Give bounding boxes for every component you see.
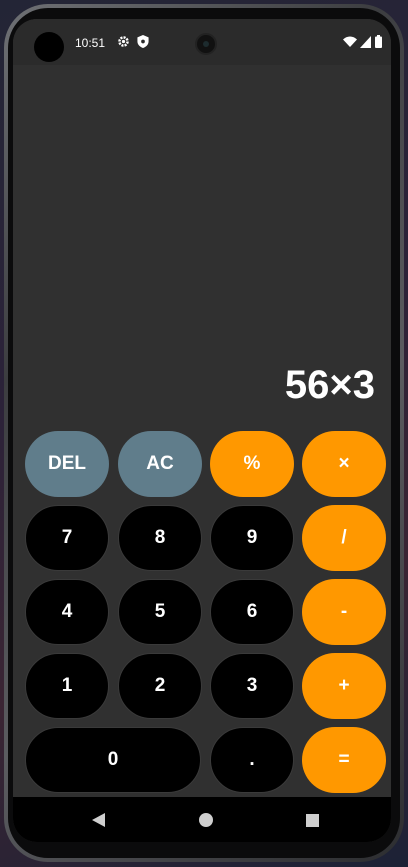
ac-button[interactable]: AC bbox=[118, 431, 202, 497]
gear-icon bbox=[117, 35, 130, 48]
wifi-icon bbox=[343, 35, 357, 48]
shield-icon bbox=[137, 35, 150, 48]
seven-button[interactable]: 7 bbox=[25, 505, 109, 571]
expression-text: 56×3 bbox=[284, 363, 375, 407]
screen: 10:51 56×3 DEL AC % × 7 8 9 / 4 5 6 - 1 … bbox=[13, 19, 391, 842]
minus-button[interactable]: - bbox=[302, 579, 386, 645]
front-camera bbox=[195, 33, 217, 55]
calculator-display: 56×3 bbox=[13, 65, 391, 425]
status-time: 10:51 bbox=[75, 36, 106, 50]
eight-button[interactable]: 8 bbox=[118, 505, 202, 571]
home-icon[interactable] bbox=[196, 810, 216, 830]
status-avatar bbox=[34, 32, 64, 62]
six-button[interactable]: 6 bbox=[210, 579, 294, 645]
multiply-button[interactable]: × bbox=[302, 431, 386, 497]
zero-button[interactable]: 0 bbox=[25, 727, 201, 793]
nine-button[interactable]: 9 bbox=[210, 505, 294, 571]
status-bar: 10:51 bbox=[13, 19, 391, 65]
four-button[interactable]: 4 bbox=[25, 579, 109, 645]
signal-icon bbox=[360, 35, 371, 48]
plus-button[interactable]: + bbox=[302, 653, 386, 719]
three-button[interactable]: 3 bbox=[210, 653, 294, 719]
one-button[interactable]: 1 bbox=[25, 653, 109, 719]
battery-icon bbox=[375, 35, 382, 48]
navigation-bar bbox=[13, 797, 391, 842]
del-button[interactable]: DEL bbox=[25, 431, 109, 497]
decimal-button[interactable]: . bbox=[210, 727, 294, 793]
five-button[interactable]: 5 bbox=[118, 579, 202, 645]
recents-icon[interactable] bbox=[302, 810, 322, 830]
back-icon[interactable] bbox=[88, 810, 108, 830]
two-button[interactable]: 2 bbox=[118, 653, 202, 719]
percent-button[interactable]: % bbox=[210, 431, 294, 497]
divide-button[interactable]: / bbox=[302, 505, 386, 571]
equals-button[interactable]: = bbox=[302, 727, 386, 793]
keypad: DEL AC % × 7 8 9 / 4 5 6 - 1 2 3 + 0 . = bbox=[13, 429, 391, 799]
